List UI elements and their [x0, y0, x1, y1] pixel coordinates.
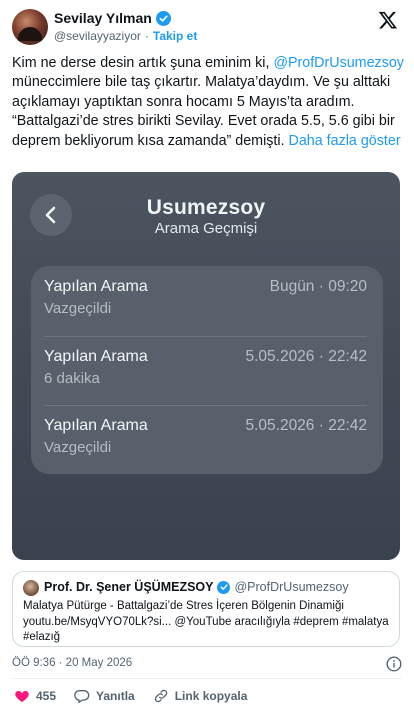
contact-name: Usumezsoy: [146, 196, 266, 219]
tweet-text-line1: Kim ne derse desin artık şuna eminim ki,: [12, 55, 270, 71]
call-time: 5.05.2026 · 22:42: [245, 417, 367, 434]
quoted-author-row: Prof. Dr. Şener ÜŞÜMEZSOY @ProfDrUsumezs…: [44, 580, 349, 594]
call-time: Bugün · 09:20: [269, 278, 367, 295]
call-row: Yapılan Arama Vazgeçildi Bugün · 09:20: [31, 266, 383, 335]
call-type: Yapılan Arama: [44, 348, 148, 365]
quoted-tweet-text: Malatya Pütürge - Battalgazi’de Stres İç…: [23, 599, 393, 646]
attached-image[interactable]: Usumezsoy Arama Geçmişi Yapılan Arama Va…: [12, 172, 400, 560]
author-avatar[interactable]: [12, 9, 48, 45]
reply-label: Yanıtla: [96, 689, 135, 703]
link-icon: [154, 689, 167, 703]
call-detail: Vazgeçildi: [44, 300, 112, 317]
quoted-author-avatar: [23, 580, 39, 596]
divider: [12, 678, 402, 679]
author-handle[interactable]: @sevilayyaziyor: [54, 29, 141, 43]
show-more-link[interactable]: Daha fazla göster: [289, 133, 401, 149]
call-time: 5.05.2026 · 22:42: [245, 348, 367, 365]
call-row: Yapılan Arama Vazgeçildi 5.05.2026 · 22:…: [31, 405, 383, 474]
tweet-text: Kim ne derse desin artık şuna eminim ki,…: [12, 54, 404, 151]
heart-icon: [15, 691, 29, 702]
tweet-timestamp[interactable]: ÖÖ 9:36 · 20 May 2026: [12, 657, 132, 669]
x-logo-icon[interactable]: [378, 10, 398, 30]
reply-icon: [74, 690, 90, 703]
quoted-text-line: youtu.be/MsyqVYO70Lk?si... @YouTube arac…: [23, 615, 389, 628]
reply-button[interactable]: Yanıtla: [74, 688, 135, 704]
author-handle-row: @sevilayyaziyor · Takip et: [54, 29, 197, 43]
quoted-author-handle: @ProfDrUsumezsoy: [234, 580, 349, 594]
info-icon[interactable]: [386, 656, 402, 672]
like-count: 455: [36, 689, 57, 703]
like-button[interactable]: 455: [14, 688, 56, 704]
author-name-row: Sevilay Yılman: [54, 10, 171, 26]
quoted-text-line: #elazığ: [23, 631, 61, 643]
call-detail: Vazgeçildi: [44, 439, 112, 456]
mention-link[interactable]: @ProfDrUsumezsoy: [273, 55, 404, 71]
verified-badge-icon: [217, 580, 231, 594]
call-type: Yapılan Arama: [44, 278, 148, 295]
call-type: Yapılan Arama: [44, 417, 148, 434]
tweet-card: Sevilay Yılman @sevilayyaziyor · Takip e…: [0, 0, 414, 713]
call-history-list: Yapılan Arama Vazgeçildi Bugün · 09:20 Y…: [31, 266, 383, 474]
copy-link-label: Link kopyala: [174, 689, 248, 703]
quoted-tweet[interactable]: Prof. Dr. Şener ÜŞÜMEZSOY @ProfDrUsumezs…: [12, 571, 400, 647]
author-name[interactable]: Sevilay Yılman: [54, 10, 152, 26]
verified-badge-icon: [155, 10, 171, 26]
call-history-heading: Arama Geçmişi: [154, 220, 258, 237]
call-detail: 6 dakika: [44, 370, 100, 387]
separator-dot: ·: [144, 29, 149, 43]
call-row: Yapılan Arama 6 dakika 5.05.2026 · 22:42: [31, 336, 383, 405]
follow-button[interactable]: Takip et: [153, 29, 197, 43]
quoted-text-line: Malatya Pütürge - Battalgazi’de Stres İç…: [23, 600, 344, 612]
action-bar: 455 Yanıtla Link kopyala: [14, 688, 265, 704]
quoted-author-name: Prof. Dr. Şener ÜŞÜMEZSOY: [44, 580, 214, 594]
copy-link-button[interactable]: Link kopyala: [153, 688, 248, 704]
